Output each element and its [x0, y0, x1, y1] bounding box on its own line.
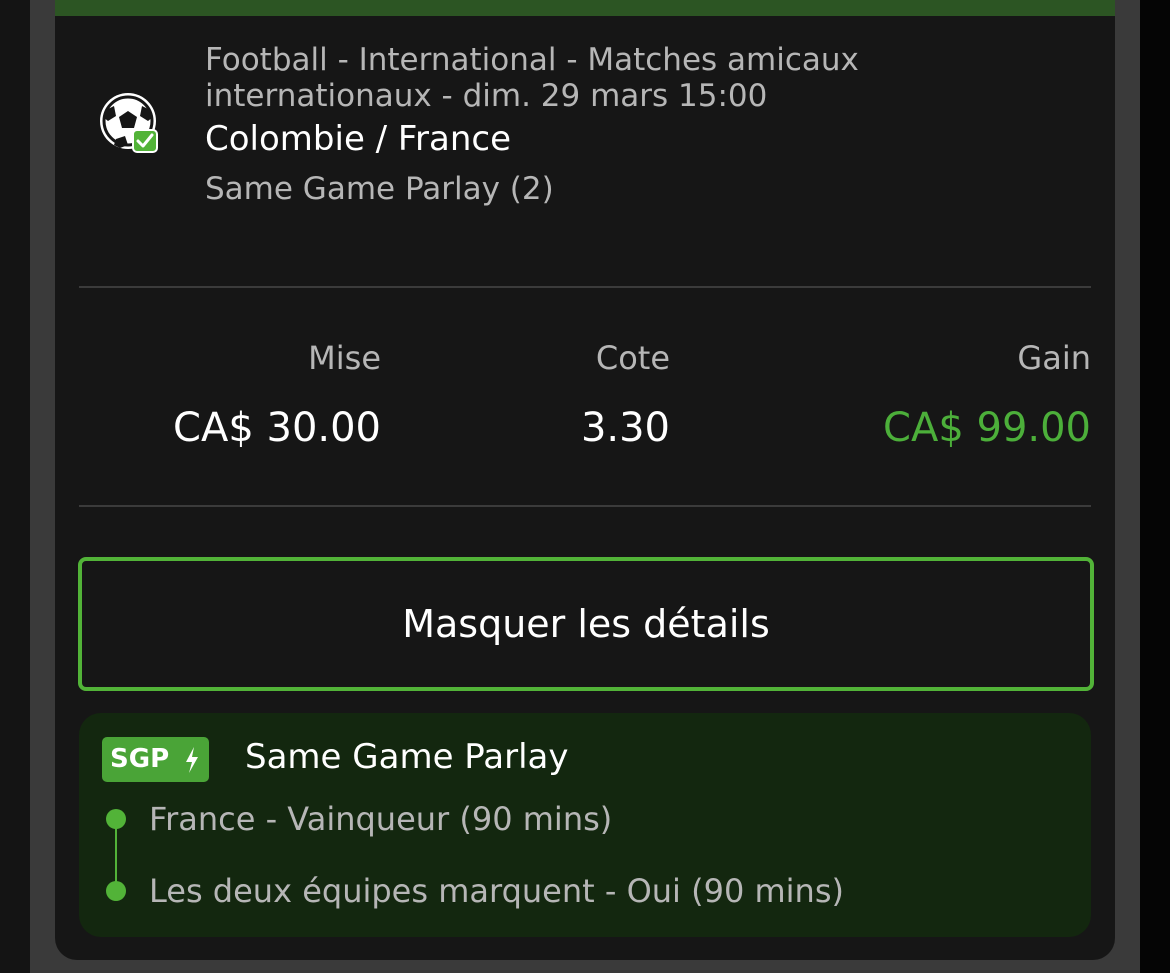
divider-top — [79, 286, 1091, 288]
left-edge — [0, 0, 30, 973]
lightning-bolt-icon — [186, 747, 198, 773]
soccer-ball-check-icon — [100, 93, 158, 153]
leg-connector — [115, 827, 117, 887]
match-title: Colombie / France — [205, 119, 511, 159]
leg-marker-2 — [106, 881, 126, 901]
bet-card: Football - International - Matches amica… — [55, 0, 1115, 960]
parlay-title: Same Game Parlay — [245, 737, 569, 777]
parlay-details-panel: SGP Same Game Parlay France - Vainqueur … — [79, 713, 1091, 937]
payout-label: Gain — [1017, 339, 1091, 377]
bet-slip-screen: Football - International - Matches amica… — [0, 0, 1170, 973]
hide-details-button[interactable]: Masquer les détails — [78, 557, 1094, 691]
leg-marker-1 — [106, 809, 126, 829]
event-breadcrumb-line1: Football - International - Matches amica… — [205, 42, 859, 78]
parlay-leg-2: Les deux équipes marquent - Oui (90 mins… — [149, 872, 844, 910]
odds-label: Cote — [595, 339, 670, 377]
right-edge — [1140, 0, 1170, 973]
sgp-badge-label: SGP — [110, 744, 170, 774]
sgp-badge: SGP — [102, 737, 209, 782]
payout-value: CA$ 99.00 — [883, 405, 1091, 451]
card-header-strip — [55, 0, 1115, 16]
odds-value: 3.30 — [580, 405, 670, 451]
stake-value: CA$ 30.00 — [173, 405, 381, 451]
divider-bottom — [79, 505, 1091, 507]
parlay-leg-1: France - Vainqueur (90 mins) — [149, 800, 613, 838]
stake-label: Mise — [308, 339, 381, 377]
event-breadcrumb-line2: internationaux - dim. 29 mars 15:00 — [205, 78, 768, 114]
bet-type-label: Same Game Parlay (2) — [205, 171, 554, 207]
